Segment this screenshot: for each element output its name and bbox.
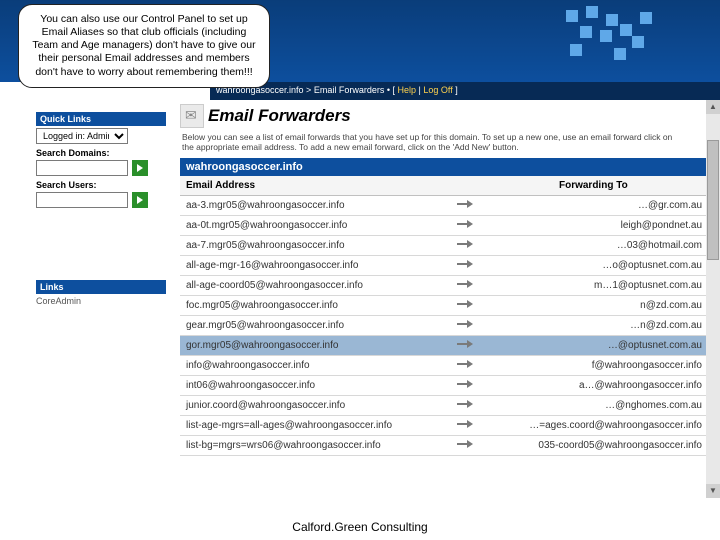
table-row[interactable]: aa-7.mgr05@wahroongasoccer.info …03@hotma… — [180, 236, 708, 256]
sidebar-link-coreadmin[interactable]: CoreAdmin — [36, 296, 166, 306]
table-row[interactable]: foc.mgr05@wahroongasoccer.info n@zd.com.a… — [180, 296, 708, 316]
vertical-scrollbar[interactable]: ▲ ▼ — [706, 100, 720, 498]
cell-email: aa-7.mgr05@wahroongasoccer.info — [180, 236, 451, 256]
cell-forwarding: …03@hotmail.com — [479, 236, 708, 256]
cell-forwarding: a…@wahroongasoccer.info — [479, 376, 708, 396]
table-row[interactable]: aa-3.mgr05@wahroongasoccer.info …@gr.com.… — [180, 196, 708, 216]
quick-links-header: Quick Links — [36, 112, 166, 126]
table-row[interactable]: aa-0t.mgr05@wahroongasoccer.info leigh@po… — [180, 216, 708, 236]
scroll-down-arrow[interactable]: ▼ — [706, 484, 720, 498]
domain-bar: wahroongasoccer.info — [180, 158, 708, 176]
cell-email: all-age-coord05@wahroongasoccer.info — [180, 276, 451, 296]
cell-email: all-age-mgr-16@wahroongasoccer.info — [180, 256, 451, 276]
cell-forwarding: …@gr.com.au — [479, 196, 708, 216]
logoff-link[interactable]: Log Off — [423, 85, 452, 95]
arrow-icon — [451, 296, 479, 316]
table-row[interactable]: list-bg=mgrs=wrs06@wahroongasoccer.info 0… — [180, 436, 708, 456]
arrow-icon — [451, 276, 479, 296]
sidebar: Quick Links Logged in: Admin Search Doma… — [36, 106, 166, 306]
col-email-address: Email Address — [180, 176, 451, 196]
main-content: Email Forwarders Below you can see a lis… — [180, 104, 708, 500]
arrow-icon — [451, 256, 479, 276]
arrow-icon — [451, 196, 479, 216]
logged-in-select[interactable]: Logged in: Admin — [36, 128, 128, 144]
search-users-label: Search Users: — [36, 180, 166, 190]
cell-forwarding: leigh@pondnet.au — [479, 216, 708, 236]
scrollbar-thumb[interactable] — [707, 140, 719, 260]
table-row[interactable]: info@wahroongasoccer.info f@wahroongasocc… — [180, 356, 708, 376]
arrow-icon — [451, 316, 479, 336]
table-row[interactable]: all-age-mgr-16@wahroongasoccer.info …o@op… — [180, 256, 708, 276]
cell-email: foc.mgr05@wahroongasoccer.info — [180, 296, 451, 316]
cell-email: aa-3.mgr05@wahroongasoccer.info — [180, 196, 451, 216]
forwarders-table: Email Address Forwarding To aa-3.mgr05@w… — [180, 176, 708, 456]
callout-tooltip: You can also use our Control Panel to se… — [18, 4, 270, 88]
table-row[interactable]: junior.coord@wahroongasoccer.info …@nghom… — [180, 396, 708, 416]
arrow-icon — [451, 236, 479, 256]
arrow-icon — [451, 356, 479, 376]
arrow-icon — [451, 436, 479, 456]
cell-forwarding: m…1@optusnet.com.au — [479, 276, 708, 296]
cell-forwarding: …@optusnet.com.au — [479, 336, 708, 356]
cell-forwarding: …n@zd.com.au — [479, 316, 708, 336]
cell-email: list-age-mgrs=all-ages@wahroongasoccer.i… — [180, 416, 451, 436]
arrow-icon — [451, 416, 479, 436]
cell-email: aa-0t.mgr05@wahroongasoccer.info — [180, 216, 451, 236]
cell-email: info@wahroongasoccer.info — [180, 356, 451, 376]
cell-email: list-bg=mgrs=wrs06@wahroongasoccer.info — [180, 436, 451, 456]
cell-forwarding: 035-coord05@wahroongasoccer.info — [479, 436, 708, 456]
cell-email: gear.mgr05@wahroongasoccer.info — [180, 316, 451, 336]
cell-forwarding: …@nghomes.com.au — [479, 396, 708, 416]
arrow-icon — [451, 396, 479, 416]
links-header: Links — [36, 280, 166, 294]
help-link[interactable]: Help — [398, 85, 417, 95]
arrow-icon — [451, 336, 479, 356]
cell-forwarding: …o@optusnet.com.au — [479, 256, 708, 276]
col-arrow — [451, 176, 479, 196]
search-domains-go[interactable] — [132, 160, 148, 176]
arrow-icon — [451, 216, 479, 236]
table-row[interactable]: int06@wahroongasoccer.info a…@wahroongaso… — [180, 376, 708, 396]
intro-text: Below you can see a list of email forwar… — [182, 132, 682, 152]
breadcrumb-end: ] — [455, 85, 458, 95]
table-row[interactable]: all-age-coord05@wahroongasoccer.info m…1@… — [180, 276, 708, 296]
cell-forwarding: n@zd.com.au — [479, 296, 708, 316]
email-forwarders-icon — [180, 104, 204, 128]
banner-graphic — [560, 6, 680, 64]
cell-forwarding: …=ages.coord@wahroongasoccer.info — [479, 416, 708, 436]
cell-email: gor.mgr05@wahroongasoccer.info — [180, 336, 451, 356]
cell-email: junior.coord@wahroongasoccer.info — [180, 396, 451, 416]
footer-brand: Calford.Green Consulting — [0, 520, 720, 534]
table-row[interactable]: gear.mgr05@wahroongasoccer.info …n@zd.com… — [180, 316, 708, 336]
page-title: Email Forwarders — [208, 106, 351, 126]
search-users-go[interactable] — [132, 192, 148, 208]
arrow-icon — [451, 376, 479, 396]
cell-email: int06@wahroongasoccer.info — [180, 376, 451, 396]
search-domains-input[interactable] — [36, 160, 128, 176]
table-row[interactable]: gor.mgr05@wahroongasoccer.info …@optusnet… — [180, 336, 708, 356]
cell-forwarding: f@wahroongasoccer.info — [479, 356, 708, 376]
breadcrumb: wahroongasoccer.info > Email Forwarders … — [210, 82, 720, 100]
search-domains-label: Search Domains: — [36, 148, 166, 158]
scroll-up-arrow[interactable]: ▲ — [706, 100, 720, 114]
col-forwarding-to: Forwarding To — [479, 176, 708, 196]
search-users-input[interactable] — [36, 192, 128, 208]
table-row[interactable]: list-age-mgrs=all-ages@wahroongasoccer.i… — [180, 416, 708, 436]
